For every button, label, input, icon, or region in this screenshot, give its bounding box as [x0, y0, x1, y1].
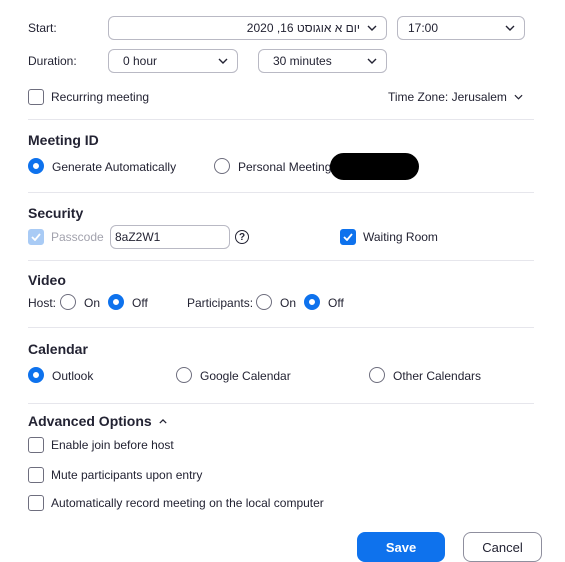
- start-time-value: 17:00: [408, 21, 439, 35]
- participants-video-off-radio[interactable]: [304, 294, 320, 310]
- generate-automatically-label: Generate Automatically: [52, 160, 177, 174]
- start-date-select[interactable]: יום א אוגוסט 16, 2020: [108, 16, 387, 40]
- waiting-room-label: Waiting Room: [363, 230, 438, 244]
- duration-hours-select[interactable]: 0 hour: [108, 49, 238, 73]
- waiting-room-checkbox[interactable]: [340, 229, 356, 245]
- mute-on-entry-label: Mute participants upon entry: [51, 468, 203, 482]
- host-on-label: On: [84, 296, 101, 310]
- personal-meeting-label: Personal Meeting: [238, 160, 332, 174]
- save-button[interactable]: Save: [357, 532, 445, 562]
- host-video-on-radio[interactable]: [60, 294, 76, 310]
- passcode-input[interactable]: 8aZ2W1: [110, 225, 230, 249]
- redaction-mark: [330, 153, 419, 180]
- start-time-select[interactable]: 17:00: [397, 16, 525, 40]
- advanced-options-title: Advanced Options: [28, 413, 152, 429]
- duration-minutes-select[interactable]: 30 minutes: [258, 49, 387, 73]
- chevron-down-icon: [504, 22, 516, 34]
- host-video-off-radio[interactable]: [108, 294, 124, 310]
- chevron-down-icon: [513, 91, 525, 103]
- meeting-id-title: Meeting ID: [28, 132, 99, 148]
- divider: [28, 192, 534, 193]
- check-icon: [343, 233, 353, 241]
- participants-on-label: On: [280, 296, 297, 310]
- video-title: Video: [28, 272, 66, 288]
- join-before-host-checkbox[interactable]: [28, 437, 44, 453]
- divider: [28, 403, 534, 404]
- google-calendar-label: Google Calendar: [200, 369, 291, 383]
- participants-label: Participants:: [187, 296, 254, 310]
- passcode-label: Passcode: [51, 230, 104, 244]
- duration-hours-value: 0 hour: [123, 54, 158, 68]
- check-icon: [31, 233, 41, 241]
- divider: [28, 260, 534, 261]
- mute-on-entry-checkbox[interactable]: [28, 467, 44, 483]
- chevron-down-icon: [217, 55, 229, 67]
- passcode-checkbox[interactable]: [28, 229, 44, 245]
- chevron-down-icon: [366, 22, 378, 34]
- help-icon[interactable]: ?: [235, 230, 249, 244]
- google-calendar-radio[interactable]: [176, 367, 192, 383]
- duration-label: Duration:: [28, 54, 77, 68]
- chevron-up-icon: [157, 415, 169, 427]
- generate-automatically-radio[interactable]: [28, 158, 44, 174]
- participants-off-label: Off: [328, 296, 344, 310]
- host-off-label: Off: [132, 296, 148, 310]
- passcode-value: 8aZ2W1: [115, 230, 161, 244]
- other-calendars-radio[interactable]: [369, 367, 385, 383]
- timezone-select[interactable]: Time Zone: Jerusalem: [388, 90, 525, 104]
- outlook-radio[interactable]: [28, 367, 44, 383]
- divider: [28, 327, 534, 328]
- auto-record-checkbox[interactable]: [28, 495, 44, 511]
- timezone-value: Time Zone: Jerusalem: [388, 90, 507, 104]
- recurring-checkbox[interactable]: [28, 89, 44, 105]
- calendar-title: Calendar: [28, 341, 88, 357]
- start-label: Start:: [28, 21, 57, 35]
- host-label: Host:: [28, 296, 57, 310]
- join-before-host-label: Enable join before host: [51, 438, 174, 452]
- advanced-options-toggle[interactable]: Advanced Options: [28, 413, 169, 429]
- security-title: Security: [28, 205, 84, 221]
- other-calendars-label: Other Calendars: [393, 369, 482, 383]
- cancel-button[interactable]: Cancel: [463, 532, 542, 562]
- auto-record-label: Automatically record meeting on the loca…: [51, 496, 324, 510]
- personal-meeting-radio[interactable]: [214, 158, 230, 174]
- divider: [28, 119, 534, 120]
- participants-video-on-radio[interactable]: [256, 294, 272, 310]
- start-date-value: יום א אוגוסט 16, 2020: [246, 21, 360, 35]
- help-glyph: ?: [238, 231, 246, 243]
- duration-minutes-value: 30 minutes: [273, 54, 332, 68]
- outlook-label: Outlook: [52, 369, 94, 383]
- recurring-label: Recurring meeting: [51, 90, 150, 104]
- chevron-down-icon: [366, 55, 378, 67]
